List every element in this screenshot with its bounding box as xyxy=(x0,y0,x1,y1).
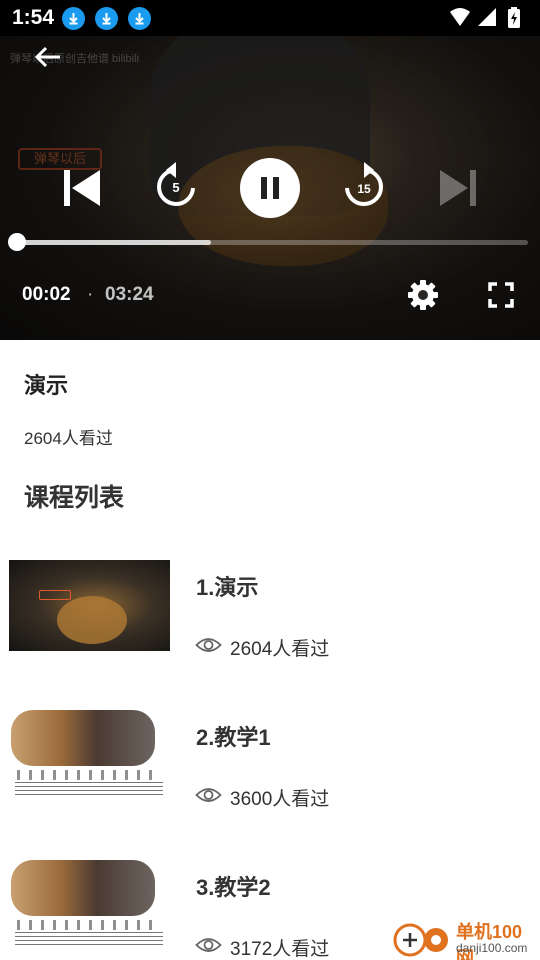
lesson-item[interactable]: 2.教学1 3600人看过 xyxy=(0,696,540,816)
pause-icon xyxy=(261,177,279,199)
lesson-thumbnail xyxy=(9,860,170,951)
rewind-seconds-label: 5 xyxy=(172,180,180,195)
video-title: 演示 xyxy=(24,373,69,398)
pause-button[interactable] xyxy=(240,158,300,218)
video-player[interactable]: 弹琴以后 弹琴以后原创吉他谱 bilibili 5 15 00:02 · 03:… xyxy=(0,36,540,340)
forward-seconds-label: 15 xyxy=(357,182,371,196)
video-view-count: 2604人看过 xyxy=(24,429,113,448)
wifi-icon xyxy=(450,8,470,26)
settings-button[interactable] xyxy=(406,278,440,312)
lesson-view-count: 3600人看过 xyxy=(230,789,330,810)
duration: 03:24 xyxy=(105,284,154,305)
progress-fill xyxy=(16,240,211,245)
progress-bar[interactable] xyxy=(16,240,528,245)
download-icon xyxy=(62,7,85,30)
back-button[interactable] xyxy=(30,42,66,72)
lesson-title: 2.教学1 xyxy=(196,725,271,750)
site-logo-icon xyxy=(393,923,448,957)
battery-charging-icon xyxy=(508,7,520,28)
time-separator: · xyxy=(87,284,94,305)
lesson-item[interactable]: 1.演示 2604人看过 xyxy=(0,546,540,666)
skip-next-icon xyxy=(440,170,476,206)
download-icon xyxy=(95,7,118,30)
eye-icon xyxy=(195,938,222,952)
settings-gear-icon xyxy=(408,280,438,310)
lesson-thumbnail xyxy=(9,710,170,801)
lesson-thumbnail xyxy=(9,560,170,651)
progress-thumb[interactable] xyxy=(8,233,26,251)
forward-button[interactable]: 15 xyxy=(342,162,386,212)
lesson-view-count: 3172人看过 xyxy=(230,939,330,960)
next-button[interactable] xyxy=(438,168,480,208)
fullscreen-icon xyxy=(488,282,514,308)
signal-icon xyxy=(478,8,496,26)
back-arrow-icon xyxy=(34,46,60,68)
site-url: danji100.com xyxy=(456,941,528,955)
lesson-title: 3.教学2 xyxy=(196,875,271,900)
eye-icon xyxy=(195,638,222,652)
skip-previous-icon xyxy=(64,170,100,206)
status-time: 1:54 xyxy=(12,6,55,29)
fullscreen-button[interactable] xyxy=(486,280,516,310)
download-icon xyxy=(128,7,151,30)
lesson-title: 1.演示 xyxy=(196,575,259,600)
status-bar: 1:54 xyxy=(0,0,540,36)
previous-button[interactable] xyxy=(60,168,102,208)
rewind-button[interactable]: 5 xyxy=(154,162,198,212)
course-list-title: 课程列表 xyxy=(24,484,125,512)
eye-icon xyxy=(195,788,222,802)
lesson-view-count: 2604人看过 xyxy=(230,639,330,660)
current-time: 00:02 xyxy=(22,284,71,305)
